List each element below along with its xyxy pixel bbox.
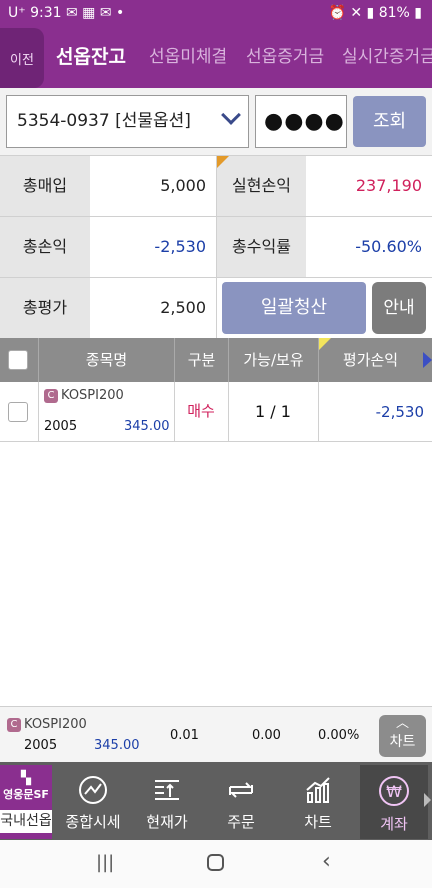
account-number: 5354-0937 [선물옵션] [17, 111, 191, 131]
guide-button[interactable]: 안내 [372, 282, 426, 334]
row-checkbox[interactable] [8, 402, 28, 422]
corner-marker [319, 338, 331, 350]
nav-domestic-futures[interactable]: ▚ 영웅문SF 국내선옵 [0, 765, 52, 839]
total-rate-label: 총수익률 [217, 217, 306, 277]
battery-level: 81% [378, 5, 410, 21]
nav-current-price[interactable]: 현재가 [134, 765, 200, 839]
query-button[interactable]: 조회 [353, 96, 426, 147]
ticker-change: 0.00 [252, 728, 281, 743]
back-label: 이전 [10, 52, 34, 68]
nav-label: 차트 [304, 813, 332, 831]
realized-pl-value: 237,190 [306, 156, 432, 216]
scroll-right-icon[interactable] [423, 352, 432, 368]
query-label: 조회 [372, 111, 407, 132]
back-icon[interactable]: ‹ [322, 849, 331, 874]
col-eval-pl[interactable]: 평가손익 [318, 338, 422, 382]
select-all-checkbox[interactable] [8, 350, 28, 370]
globe-chart-icon [79, 776, 107, 804]
eval-pl-value: -2,530 [375, 403, 424, 421]
table-row[interactable]: C KOSPI200 2005 345.00 매수 1 / 1 -2,530 [0, 382, 432, 442]
nav-more-icon[interactable] [424, 793, 431, 807]
total-buy-value: 5,000 [90, 156, 216, 216]
ticker-strip[interactable]: C KOSPI200 2005 345.00 0.01 0.00 0.00% ︿… [0, 706, 432, 762]
nav-order[interactable]: 주문 [208, 765, 274, 839]
price-list-icon [155, 780, 179, 800]
home-icon[interactable] [207, 854, 224, 871]
realized-pl-label: 실현손익 [217, 156, 306, 216]
back-button[interactable]: 이전 [0, 28, 44, 88]
recent-apps-icon[interactable]: ||| [96, 852, 114, 873]
corner-marker [217, 156, 229, 168]
tab-label: 실시간증거금 [342, 47, 432, 67]
tab-futures-margin[interactable]: 선옵증거금 [246, 28, 324, 88]
chart-label: 차트 [389, 734, 416, 750]
status-bar: U⁺ 9:31 ✉ ▦ ✉ • ⏰ ✕ ▮ 81% ▮ [0, 0, 432, 28]
signal-icons: ⏰ ✕ ▮ [328, 5, 379, 21]
tab-futures-unfilled[interactable]: 선옵미체결 [149, 28, 227, 88]
system-nav-bar: ||| ‹ [0, 840, 432, 888]
chevron-down-icon [221, 105, 241, 125]
nav-label: 종합시세 [65, 813, 121, 831]
ticker-name: KOSPI200 [24, 717, 87, 732]
won-icon: ₩ [379, 776, 409, 806]
password-field[interactable]: ●●●● [255, 95, 347, 148]
nav-account[interactable]: ₩ 계좌 [360, 765, 428, 839]
ticker-rate: 0.00% [318, 728, 360, 743]
battery-icon: ▮ [414, 5, 422, 21]
chart-icon [306, 777, 330, 803]
call-badge: C [7, 718, 21, 732]
instrument-name: KOSPI200 [61, 388, 124, 403]
tab-futures-balance[interactable]: 선옵잔고 [56, 28, 126, 88]
divider [216, 156, 217, 338]
svg-text:₩: ₩ [386, 782, 402, 801]
total-rate-value: -50.60% [306, 217, 432, 277]
tab-label: 선옵잔고 [56, 46, 126, 68]
total-buy-label: 총매입 [0, 156, 90, 216]
col-name[interactable]: 종목명 [38, 338, 174, 382]
nav-label: 주문 [227, 813, 255, 831]
nav-app-sub: 영웅문SF [3, 788, 49, 801]
tab-label: 선옵증거금 [246, 47, 325, 67]
nav-label: 국내선옵 [0, 810, 52, 833]
password-mask: ●●●● [264, 109, 345, 134]
col-side[interactable]: 구분 [174, 338, 228, 382]
ticker-code: 2005 [24, 738, 58, 753]
qty-value: 1 / 1 [255, 402, 291, 421]
total-eval-value: 2,500 [90, 278, 216, 338]
grid-icon: ▚ [21, 771, 31, 786]
ticker-price: 0.01 [170, 728, 199, 743]
instrument-code: 2005 [44, 419, 78, 434]
notification-icons: ✉ ▦ ✉ • [66, 5, 125, 21]
nav-label: 현재가 [146, 813, 188, 831]
tab-realtime-margin[interactable]: 실시간증거금 [342, 28, 432, 88]
call-badge: C [44, 389, 58, 403]
carrier-label: U⁺ [8, 5, 26, 21]
chart-button[interactable]: ︿ 차트 [379, 715, 426, 757]
liquidate-all-button[interactable]: 일괄청산 [222, 282, 366, 334]
account-select[interactable]: 5354-0937 [선물옵션] [6, 95, 249, 148]
nav-chart[interactable]: 차트 [284, 765, 352, 839]
nav-market-overview[interactable]: 종합시세 [60, 765, 126, 839]
chevron-up-icon: ︿ [395, 716, 409, 731]
tab-bar: 이전 선옵잔고 선옵미체결 선옵증거금 실시간증거금 [0, 28, 432, 88]
divider [38, 382, 39, 442]
total-eval-label: 총평가 [0, 278, 90, 338]
strike-price: 345.00 [124, 419, 170, 434]
clock: 9:31 [30, 5, 62, 21]
total-pl-label: 총손익 [0, 217, 90, 277]
tab-label: 선옵미체결 [149, 47, 228, 67]
side-value: 매수 [187, 402, 215, 420]
liquidate-label: 일괄청산 [260, 297, 328, 318]
ticker-strike: 345.00 [94, 738, 140, 753]
exchange-icon [229, 782, 253, 798]
col-qty[interactable]: 가능/보유 [228, 338, 318, 382]
guide-label: 안내 [383, 298, 415, 318]
total-pl-value: -2,530 [90, 217, 216, 277]
nav-label: 계좌 [380, 815, 408, 833]
